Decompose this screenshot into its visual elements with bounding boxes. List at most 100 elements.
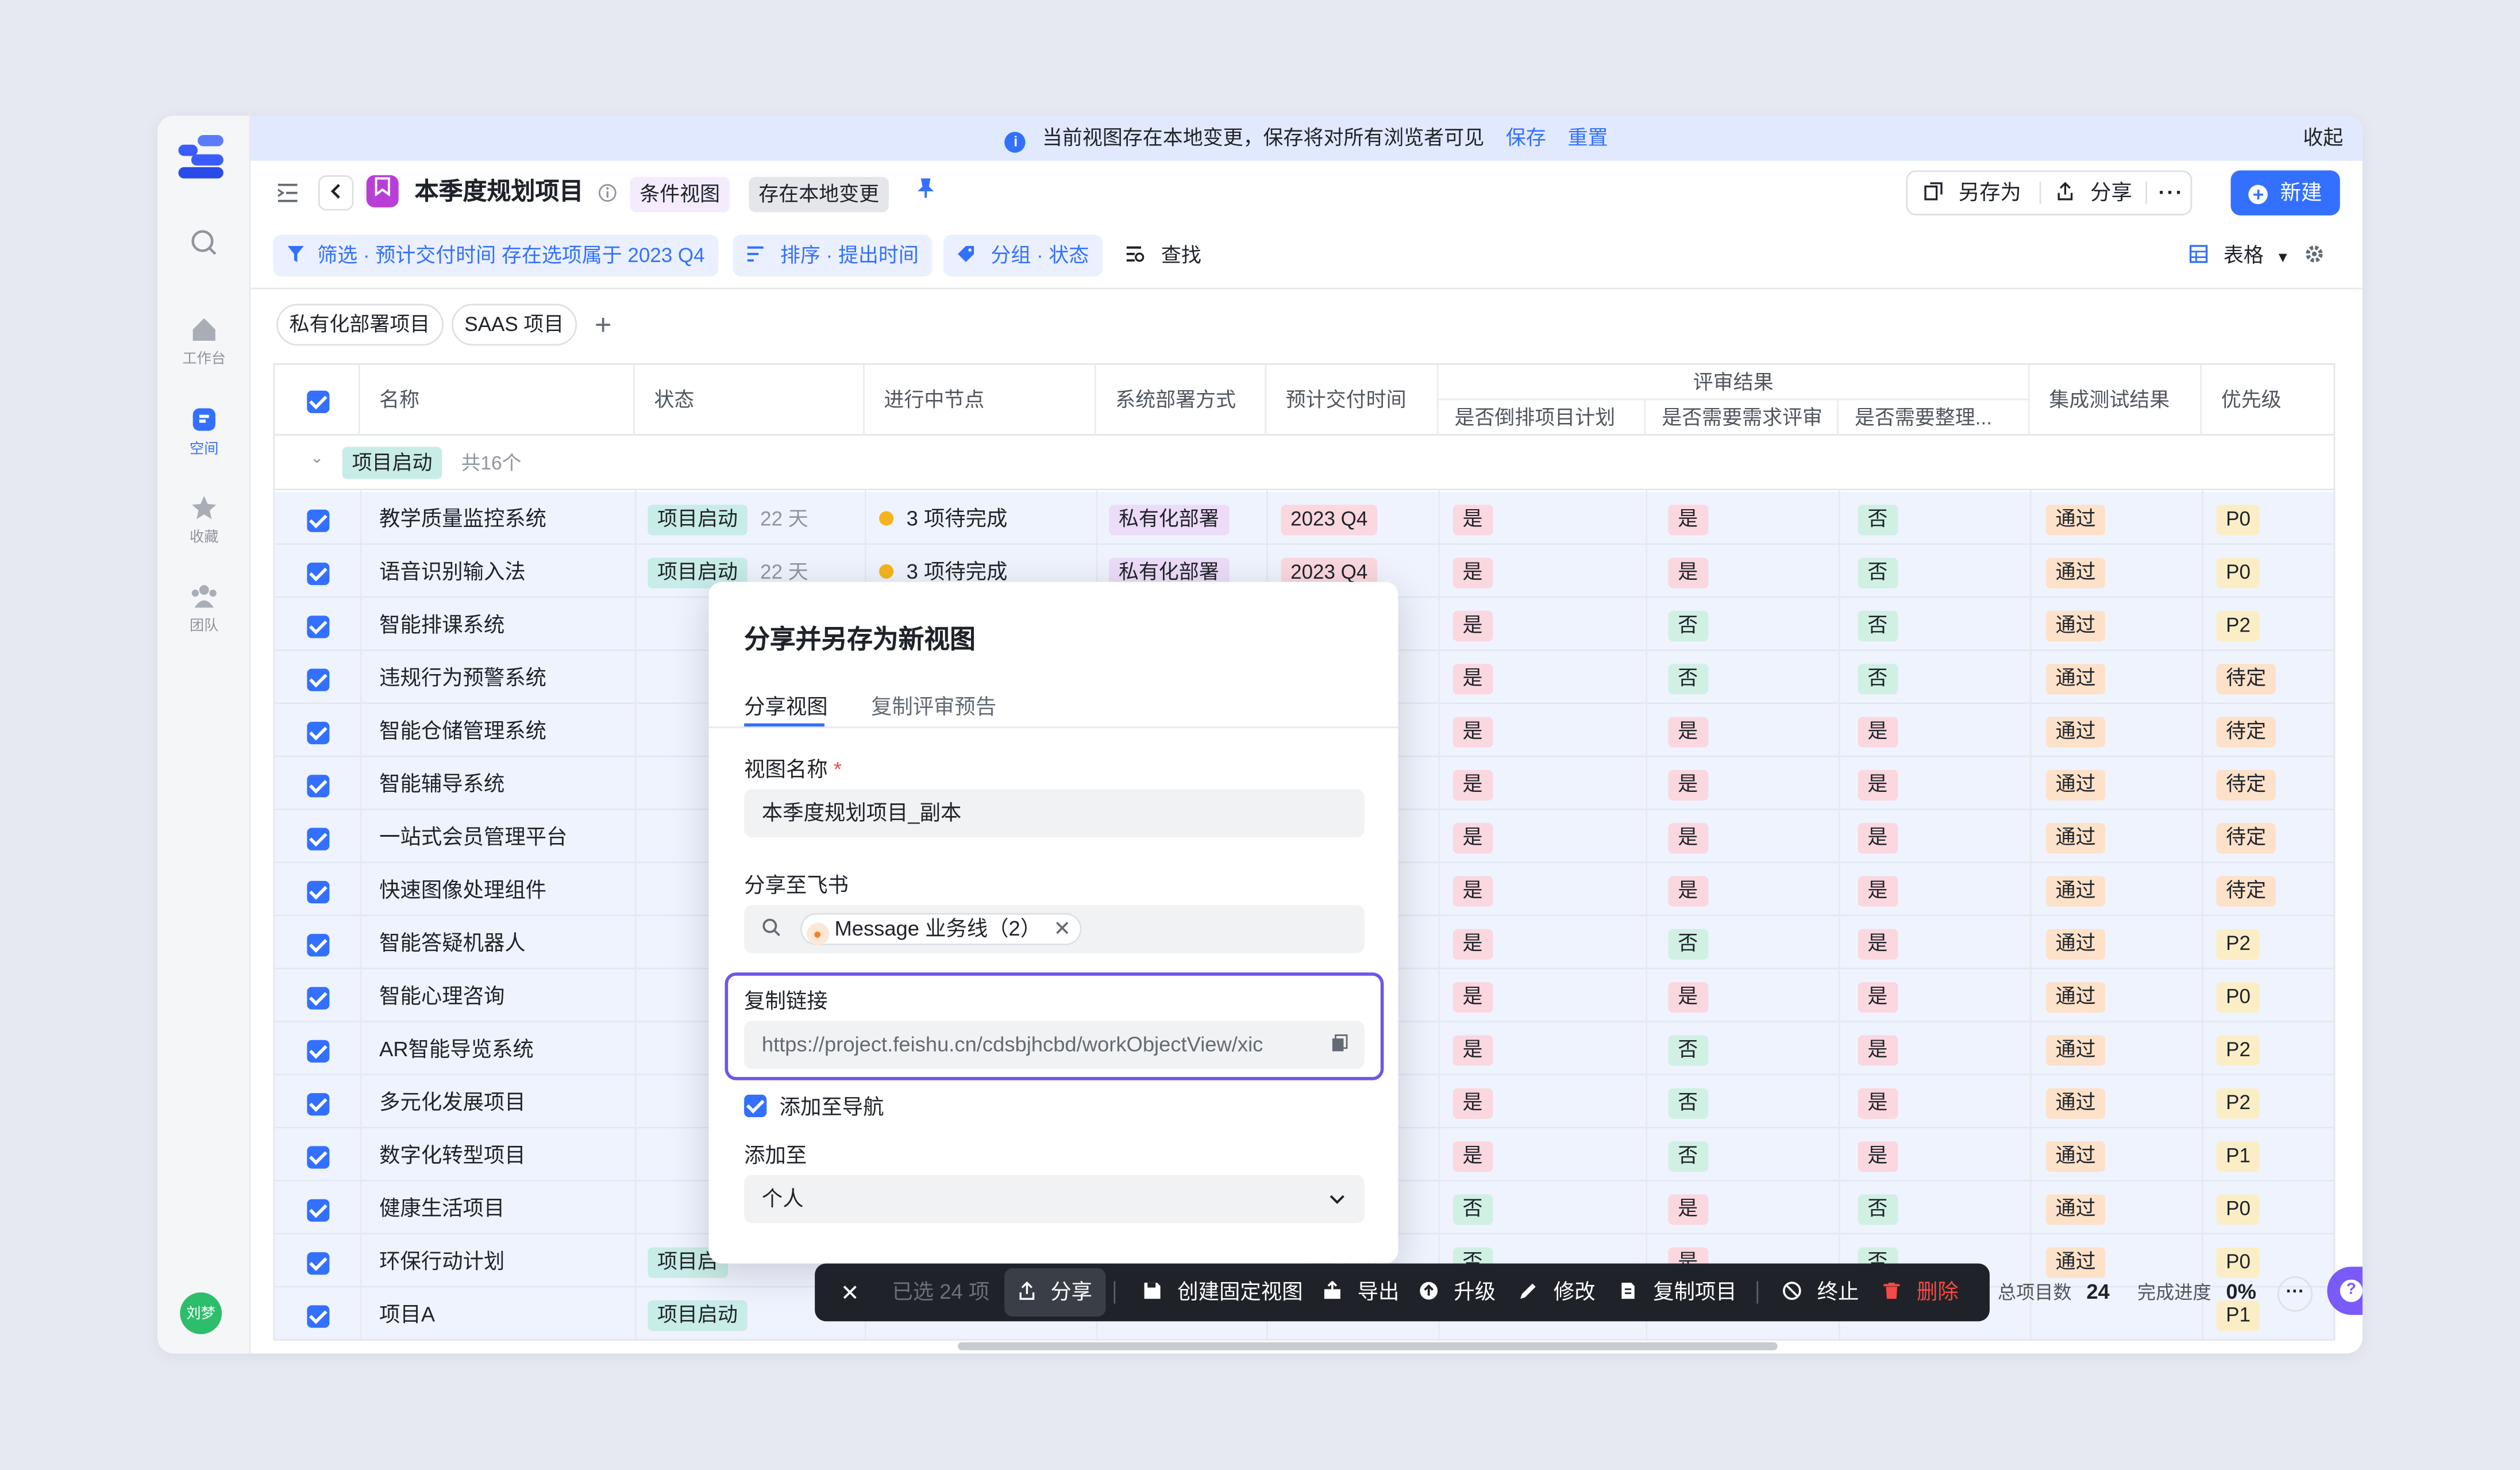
review-cell[interactable]: 是 <box>1668 492 1708 545</box>
review-cell[interactable]: 是 <box>1452 492 1493 545</box>
row-checkbox[interactable] <box>307 1075 330 1128</box>
row-checkbox[interactable] <box>307 1022 330 1075</box>
deploy-cell[interactable]: 私有化部署 <box>1109 492 1229 545</box>
add-tab-icon[interactable]: + <box>595 309 611 343</box>
group-header-row[interactable]: ⌄ 项目启动 共16个 <box>275 436 2334 491</box>
review-cell[interactable]: 是 <box>1452 1129 1493 1182</box>
link-field[interactable]: https://project.feishu.cn/cdsbjhcbd/work… <box>744 1021 1365 1069</box>
sidebar-toggle-icon[interactable] <box>276 174 299 212</box>
project-name[interactable]: 快速图像处理组件 <box>379 863 546 916</box>
col-priority[interactable]: 优先级 <box>2202 365 2333 436</box>
pin-icon[interactable] <box>916 174 935 212</box>
app-logo[interactable] <box>178 134 226 180</box>
priority-cell[interactable]: P0 <box>2216 545 2260 598</box>
view-name-input[interactable]: 本季度规划项目_副本 <box>744 789 1365 838</box>
col-review-schedule[interactable]: 是否倒排项目计划 <box>1438 400 1646 436</box>
review-cell[interactable]: 是 <box>1668 863 1708 916</box>
test-cell[interactable]: 通过 <box>2045 598 2106 651</box>
collapse-banner-button[interactable]: 收起 <box>2303 116 2343 160</box>
test-cell[interactable]: 通过 <box>2045 757 2106 810</box>
project-name[interactable]: AR智能导览系统 <box>379 1022 534 1075</box>
review-cell[interactable]: 是 <box>1668 969 1708 1022</box>
review-cell[interactable]: 否 <box>1858 651 1898 704</box>
stop-button[interactable]: 终止 <box>1782 1264 1859 1322</box>
delivery-cell[interactable]: 2023 Q4 <box>1281 492 1378 545</box>
settings-gear-icon[interactable] <box>2292 234 2337 276</box>
review-cell[interactable]: 否 <box>1668 1075 1708 1128</box>
add-nav-checkbox[interactable]: 添加至导航 <box>744 1090 884 1121</box>
create-fixed-view-button[interactable]: 创建固定视图 <box>1143 1264 1303 1322</box>
project-name[interactable]: 教学质量监控系统 <box>379 492 546 545</box>
project-name[interactable]: 违规行为预警系统 <box>379 651 546 704</box>
col-delivery[interactable]: 预计交付时间 <box>1266 364 1439 436</box>
filter-chip[interactable]: 筛选 · 预计交付时间 存在选项属于 2023 Q4 <box>273 234 718 277</box>
review-cell[interactable]: 否 <box>1858 598 1898 651</box>
view-title[interactable]: 本季度规划项目 <box>415 174 584 212</box>
tab-share-view[interactable]: 分享视图 <box>744 690 827 720</box>
project-name[interactable]: 数字化转型项目 <box>379 1129 526 1182</box>
review-cell[interactable]: 是 <box>1858 704 1898 757</box>
col-name[interactable]: 名称 <box>360 364 635 436</box>
info-circle-icon[interactable] <box>598 174 618 212</box>
review-cell[interactable]: 否 <box>1858 492 1898 545</box>
more-icon[interactable]: ··· <box>2277 1276 2313 1312</box>
review-cell[interactable]: 是 <box>1858 1129 1898 1182</box>
view-type-select[interactable]: 表格 ▼ <box>2176 234 2303 276</box>
review-cell[interactable]: 是 <box>1452 598 1493 651</box>
test-cell[interactable]: 通过 <box>2045 1182 2106 1234</box>
priority-cell[interactable]: P0 <box>2216 492 2260 545</box>
row-checkbox[interactable] <box>307 863 330 916</box>
project-name[interactable]: 健康生活项目 <box>379 1182 504 1234</box>
test-cell[interactable]: 通过 <box>2045 1075 2106 1128</box>
review-cell[interactable]: 否 <box>1668 1129 1708 1182</box>
save-link[interactable]: 保存 <box>1506 127 1546 149</box>
review-cell[interactable]: 是 <box>1668 704 1708 757</box>
row-checkbox[interactable] <box>307 757 330 810</box>
review-cell[interactable]: 是 <box>1452 757 1493 810</box>
tab-private-deploy[interactable]: 私有化部署项目 <box>276 303 443 346</box>
share-chip[interactable]: ● Message 业务线（2） ✕ <box>799 913 1082 945</box>
row-checkbox[interactable] <box>307 1234 330 1287</box>
row-checkbox[interactable] <box>307 810 330 863</box>
find-button[interactable]: 查找 <box>1112 234 1215 276</box>
priority-cell[interactable]: 待定 <box>2216 863 2276 916</box>
review-cell[interactable]: 是 <box>1668 757 1708 810</box>
priority-cell[interactable]: P0 <box>2216 969 2260 1022</box>
copy-project-button[interactable]: 复制项目 <box>1619 1264 1737 1322</box>
reset-link[interactable]: 重置 <box>1568 127 1608 149</box>
review-cell[interactable]: 是 <box>1858 810 1898 863</box>
project-name[interactable]: 智能仓储管理系统 <box>379 704 546 757</box>
copy-link-icon[interactable] <box>1331 1021 1348 1069</box>
review-cell[interactable]: 是 <box>1452 916 1493 969</box>
project-name[interactable]: 智能答疑机器人 <box>379 916 526 969</box>
bar-share-button[interactable]: 分享 <box>1004 1268 1105 1317</box>
rail-space[interactable]: 空间 <box>180 405 228 458</box>
review-cell[interactable]: 否 <box>1668 598 1708 651</box>
avatar[interactable]: 刘梦 <box>180 1292 222 1334</box>
review-cell[interactable]: 否 <box>1452 1182 1493 1234</box>
row-checkbox[interactable] <box>307 492 330 545</box>
share-to-input[interactable]: ● Message 业务线（2） ✕ <box>744 905 1365 953</box>
sort-chip[interactable]: 排序 · 提出时间 <box>733 234 932 277</box>
test-cell[interactable]: 通过 <box>2045 810 2106 863</box>
status-cell[interactable]: 项目启动 <box>648 1288 747 1340</box>
test-cell[interactable]: 通过 <box>2045 916 2106 969</box>
review-cell[interactable]: 否 <box>1858 1182 1898 1234</box>
review-cell[interactable]: 是 <box>1668 1182 1708 1234</box>
chevron-down-icon[interactable]: ⌄ <box>310 450 323 468</box>
test-cell[interactable]: 通过 <box>2045 1129 2106 1182</box>
project-name[interactable]: 语音识别输入法 <box>379 545 526 598</box>
project-name[interactable]: 智能辅导系统 <box>379 757 504 810</box>
priority-cell[interactable]: 待定 <box>2216 651 2276 704</box>
priority-cell[interactable]: 待定 <box>2216 810 2276 863</box>
priority-cell[interactable]: P0 <box>2216 1182 2260 1234</box>
review-cell[interactable]: 否 <box>1668 651 1708 704</box>
remove-chip-icon[interactable]: ✕ <box>1053 916 1071 940</box>
edit-button[interactable]: 修改 <box>1519 1264 1596 1322</box>
project-name[interactable]: 智能排课系统 <box>379 598 504 651</box>
project-name[interactable]: 一站式会员管理平台 <box>379 810 567 863</box>
review-cell[interactable]: 是 <box>1668 545 1708 598</box>
row-checkbox[interactable] <box>307 1288 330 1340</box>
review-cell[interactable]: 否 <box>1668 1022 1708 1075</box>
col-review-req[interactable]: 是否需要需求评审 <box>1646 400 1839 436</box>
